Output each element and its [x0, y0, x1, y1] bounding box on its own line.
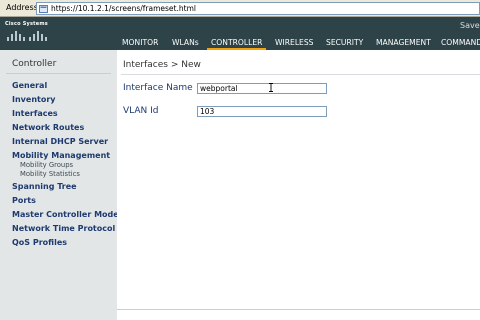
top-header: Cisco Systems Save MONITOR WLANs CONTROL… — [0, 17, 480, 51]
browser-address-bar: Address https://10.1.2.1/screens/framese… — [0, 0, 480, 17]
tab-management[interactable]: MANAGEMENT — [376, 38, 431, 47]
sidebar-item-internal-dhcp-server[interactable]: Internal DHCP Server — [12, 137, 108, 146]
sidebar-item-network-routes[interactable]: Network Routes — [12, 123, 84, 132]
address-field[interactable]: https://10.1.2.1/screens/frameset.html — [36, 2, 480, 15]
address-label: Address — [6, 3, 38, 12]
page-title: Interfaces > New — [123, 60, 201, 70]
tab-wlans[interactable]: WLANs — [172, 38, 199, 47]
sidebar-item-interfaces[interactable]: Interfaces — [12, 109, 58, 118]
tab-monitor[interactable]: MONITOR — [122, 38, 158, 47]
tab-wireless[interactable]: WIRELESS — [275, 38, 314, 47]
tab-security[interactable]: SECURITY — [326, 38, 363, 47]
sidebar-divider — [6, 73, 111, 74]
sidebar-item-qos-profiles[interactable]: QoS Profiles — [12, 238, 67, 247]
main-nav: MONITOR WLANs CONTROLLER WIRELESS SECURI… — [0, 37, 480, 51]
interface-name-input[interactable]: webportal — [197, 83, 327, 94]
address-url[interactable]: https://10.1.2.1/screens/frameset.html — [51, 4, 196, 13]
sidebar-subitem-mobility-groups[interactable]: Mobility Groups — [20, 161, 73, 169]
sidebar-item-general[interactable]: General — [12, 81, 47, 90]
content-bottom-divider — [117, 309, 480, 310]
sidebar-subitem-mobility-statistics[interactable]: Mobility Statistics — [20, 170, 80, 178]
sidebar-item-master-controller-mode[interactable]: Master Controller Mode — [12, 210, 119, 219]
sidebar-item-ports[interactable]: Ports — [12, 196, 36, 205]
logo-text: Cisco Systems — [5, 21, 48, 27]
interface-name-label: Interface Name — [123, 83, 193, 93]
sidebar-title: Controller — [12, 59, 57, 69]
sidebar-item-spanning-tree[interactable]: Spanning Tree — [12, 182, 77, 191]
main-content: Interfaces > New Interface Name webporta… — [117, 50, 480, 320]
vlan-id-label: VLAN Id — [123, 106, 159, 116]
save-configuration-link[interactable]: Save — [460, 21, 480, 30]
tab-commands[interactable]: COMMAND — [441, 38, 480, 47]
tab-controller[interactable]: CONTROLLER — [206, 38, 267, 51]
sidebar-item-mobility-management[interactable]: Mobility Management — [12, 151, 110, 160]
sidebar-item-network-time-protocol[interactable]: Network Time Protocol — [12, 224, 115, 233]
vlan-id-input[interactable]: 103 — [197, 106, 327, 117]
text-cursor-icon — [269, 83, 273, 92]
main-divider — [121, 74, 480, 75]
sidebar: Controller General Inventory Interfaces … — [0, 50, 119, 320]
sidebar-item-inventory[interactable]: Inventory — [12, 95, 56, 104]
page-icon — [39, 5, 48, 13]
